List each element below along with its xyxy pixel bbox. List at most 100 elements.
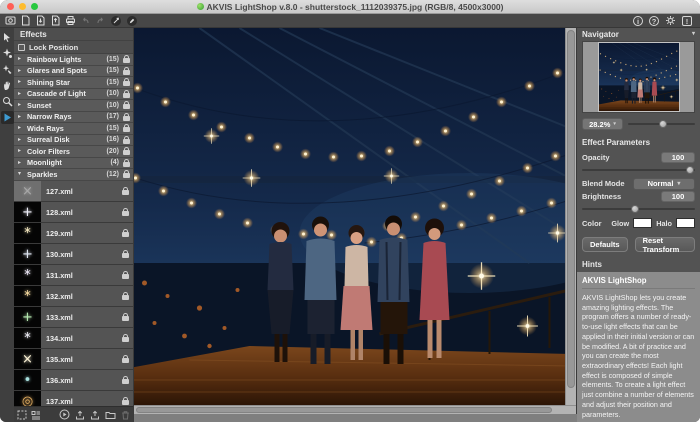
effect-group-row[interactable]: Narrow Rays (17): [14, 112, 133, 124]
effect-group-row[interactable]: Shining Star (15): [14, 77, 133, 89]
new-document-icon[interactable]: [20, 15, 31, 26]
vertical-scrollbar-thumb[interactable]: [567, 30, 575, 388]
preset-item[interactable]: * 132.xml: [14, 286, 133, 307]
lock-icon[interactable]: [122, 211, 129, 216]
expander-icon[interactable]: [18, 56, 24, 62]
effect-group-row[interactable]: Glares and Spots (15): [14, 66, 133, 78]
horizontal-scrollbar-thumb[interactable]: [136, 407, 552, 413]
lock-icon[interactable]: [122, 316, 129, 321]
lock-icon[interactable]: [122, 337, 129, 342]
preset-item[interactable]: * 131.xml: [14, 265, 133, 286]
navigator-preview[interactable]: [582, 41, 695, 113]
lock-icon[interactable]: [122, 274, 129, 279]
effect-group-row[interactable]: Sparkles (12): [14, 169, 133, 181]
sparkle-element-tool-icon[interactable]: [1, 47, 14, 60]
lock-icon[interactable]: [123, 150, 130, 155]
info-icon[interactable]: i: [633, 16, 643, 26]
lock-icon[interactable]: [123, 127, 130, 132]
lock-position-checkbox[interactable]: [18, 44, 25, 51]
preset-item[interactable]: ◎ 137.xml: [14, 391, 133, 406]
opacity-value[interactable]: 100: [661, 152, 695, 163]
open-image-icon[interactable]: [5, 15, 16, 26]
lock-icon[interactable]: [122, 400, 129, 405]
preset-item[interactable]: + 130.xml: [14, 244, 133, 265]
pointer-tool-icon[interactable]: [1, 31, 14, 44]
brightness-slider-handle[interactable]: [631, 205, 639, 213]
expander-icon[interactable]: [18, 125, 24, 131]
open-file-icon[interactable]: [35, 15, 46, 26]
glow-color-swatch[interactable]: [633, 218, 652, 228]
import-preset-button[interactable]: [75, 410, 85, 420]
lock-icon[interactable]: [122, 295, 129, 300]
share-icon[interactable]: [110, 15, 122, 27]
save-file-icon[interactable]: [50, 15, 61, 26]
lock-icon[interactable]: [123, 70, 130, 75]
expander-icon[interactable]: [18, 137, 24, 143]
image-canvas[interactable]: [134, 28, 565, 405]
run-tool-icon[interactable]: [1, 111, 14, 124]
effect-group-row[interactable]: Rainbow Lights (15): [14, 54, 133, 66]
lock-icon[interactable]: [123, 58, 130, 63]
effect-group-row[interactable]: Sunset (10): [14, 100, 133, 112]
lock-icon[interactable]: [122, 358, 129, 363]
close-window-button[interactable]: [7, 3, 14, 10]
defaults-button[interactable]: Defaults: [582, 237, 628, 252]
effect-group-row[interactable]: Wide Rays (15): [14, 123, 133, 135]
lock-icon[interactable]: [123, 162, 130, 167]
blend-mode-dropdown[interactable]: Normal▾: [633, 178, 695, 190]
effect-group-row[interactable]: Cascade of Light (10): [14, 89, 133, 101]
zoom-tool-icon[interactable]: [1, 95, 14, 108]
preset-item[interactable]: * 129.xml: [14, 223, 133, 244]
lock-icon[interactable]: [123, 81, 130, 86]
effect-group-row[interactable]: Moonlight (4): [14, 158, 133, 170]
expander-icon[interactable]: [18, 68, 24, 74]
preset-item[interactable]: × 135.xml: [14, 349, 133, 370]
effect-group-row[interactable]: Color Filters (20): [14, 146, 133, 158]
lock-icon[interactable]: [123, 93, 130, 98]
hand-tool-icon[interactable]: [1, 79, 14, 92]
lock-position-row[interactable]: Lock Position: [14, 41, 133, 54]
preferences-gear-icon[interactable]: [665, 15, 676, 26]
expander-icon[interactable]: [18, 148, 24, 154]
expander-icon[interactable]: [18, 79, 24, 85]
lock-icon[interactable]: [123, 139, 130, 144]
preset-item[interactable]: + 128.xml: [14, 202, 133, 223]
grid-view-icon[interactable]: [17, 410, 27, 420]
brightness-value[interactable]: 100: [661, 191, 695, 202]
sparkle-edit-tool-icon[interactable]: [1, 63, 14, 76]
expander-icon[interactable]: [18, 160, 24, 166]
vertical-scrollbar[interactable]: [565, 28, 576, 405]
navigator-collapse-icon[interactable]: ▾: [692, 28, 695, 41]
zoom-level-dropdown[interactable]: 28.2%▾: [582, 118, 623, 130]
expander-icon[interactable]: [18, 91, 24, 97]
zoom-slider[interactable]: [628, 118, 695, 130]
lock-icon[interactable]: [122, 232, 129, 237]
lock-icon[interactable]: [123, 104, 130, 109]
new-folder-button[interactable]: [105, 410, 116, 420]
reset-transform-button[interactable]: Reset Transform: [635, 237, 695, 252]
expander-icon[interactable]: [18, 102, 24, 108]
opacity-slider[interactable]: [582, 165, 695, 175]
lock-icon[interactable]: [122, 190, 129, 195]
halo-color-swatch[interactable]: [676, 218, 695, 228]
expander-icon[interactable]: [18, 114, 24, 120]
effect-group-row[interactable]: Surreal Disk (16): [14, 135, 133, 147]
post-process-icon[interactable]: [126, 15, 138, 27]
help-icon[interactable]: ?: [649, 16, 659, 26]
lock-icon[interactable]: [123, 116, 130, 121]
expander-icon[interactable]: [18, 171, 24, 177]
print-icon[interactable]: [65, 15, 76, 26]
about-icon[interactable]: !: [682, 16, 692, 26]
preset-item[interactable]: + 133.xml: [14, 307, 133, 328]
opacity-slider-handle[interactable]: [686, 166, 694, 174]
zoom-slider-handle[interactable]: [659, 120, 667, 128]
lock-icon[interactable]: [123, 173, 130, 178]
preset-item[interactable]: × 127.xml: [14, 181, 133, 202]
list-view-icon[interactable]: [31, 410, 41, 420]
horizontal-scrollbar[interactable]: [134, 405, 576, 414]
brightness-slider[interactable]: [582, 204, 695, 214]
export-preset-button[interactable]: [90, 410, 100, 420]
minimize-window-button[interactable]: [19, 3, 26, 10]
preset-item[interactable]: * 134.xml: [14, 328, 133, 349]
lock-icon[interactable]: [122, 253, 129, 258]
